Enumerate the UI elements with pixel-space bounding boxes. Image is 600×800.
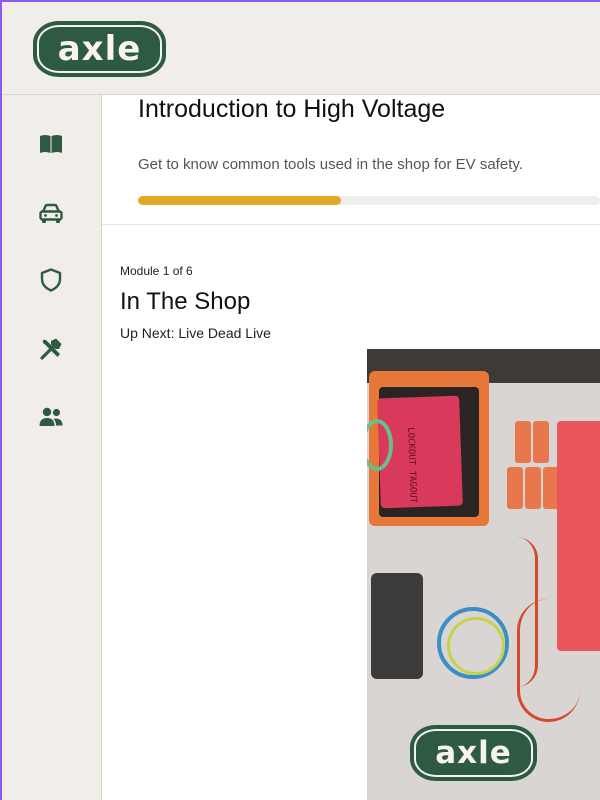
sidebar-item-tools[interactable]: [35, 333, 67, 365]
sidebar-item-people[interactable]: [35, 401, 67, 433]
meter-device: [371, 573, 423, 679]
course-description: Get to know common tools used in the sho…: [138, 156, 523, 173]
divider: [102, 224, 600, 225]
course-progress-fill: [138, 196, 342, 205]
axle-logo[interactable]: axle: [33, 21, 166, 77]
shield-icon: [40, 268, 62, 292]
sidebar-item-safety[interactable]: [35, 264, 67, 296]
up-next-link[interactable]: Up Next: Live Dead Live: [120, 325, 271, 341]
module-count: Module 1 of 6: [120, 264, 193, 278]
sidebar-nav: [0, 95, 102, 800]
car-icon: [39, 203, 63, 223]
axle-watermark-logo: axle: [410, 725, 537, 781]
book-icon: [40, 135, 62, 153]
people-icon: [39, 407, 63, 426]
course-title: Introduction to High Voltage: [138, 95, 446, 123]
module-title: In The Shop: [120, 288, 251, 315]
orange-guards: [507, 421, 563, 509]
sidebar-item-courses[interactable]: [35, 128, 67, 160]
tools-icon: [40, 338, 62, 360]
sidebar-item-vehicles[interactable]: [35, 198, 67, 230]
watermark-text: axle: [435, 735, 512, 771]
module-video-thumbnail[interactable]: LOCKOUT TAGOUT axle: [367, 349, 600, 800]
svg-text:LOCKOUT TAGOUT: LOCKOUT TAGOUT: [405, 427, 418, 504]
top-header: axle: [0, 0, 600, 95]
course-progress-bar: [138, 196, 600, 205]
logo-text: axle: [57, 29, 142, 69]
